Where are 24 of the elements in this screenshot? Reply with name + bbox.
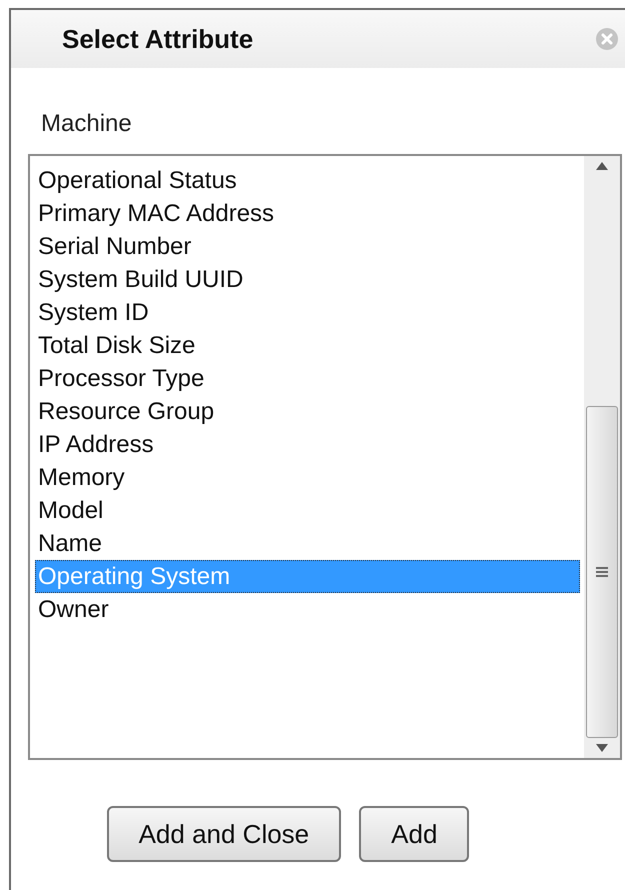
dialog-button[interactable]: Add: [359, 806, 470, 862]
list-item[interactable]: Resource Group: [35, 395, 580, 428]
list-item[interactable]: Memory: [35, 461, 580, 494]
list-item[interactable]: Name: [35, 527, 580, 560]
scroll-thumb[interactable]: [586, 406, 618, 738]
list-item[interactable]: System Build UUID: [35, 263, 580, 296]
scrollbar[interactable]: [584, 156, 620, 758]
list-item[interactable]: Operational Status: [35, 164, 580, 197]
scroll-up-icon[interactable]: [596, 162, 608, 170]
category-label: Machine: [41, 110, 132, 138]
attribute-list[interactable]: Operational Status Primary MAC Address Serial Number System Build UUID System ID Total Disk Size Processor Type Resource Group IP Address Memory Model Name Operating System Owner: [28, 154, 622, 760]
list-item[interactable]: Serial Number: [35, 230, 580, 263]
close-icon[interactable]: [595, 27, 619, 51]
list-item[interactable]: Processor Type: [35, 362, 580, 395]
grip-icon: [596, 567, 608, 577]
list-item[interactable]: Total Disk Size: [35, 329, 580, 362]
dialog-title: Select Attribute: [62, 24, 254, 54]
list-item[interactable]: Primary MAC Address: [35, 197, 580, 230]
list-item[interactable]: Model: [35, 494, 580, 527]
list-item[interactable]: IP Address: [35, 428, 580, 461]
scroll-down-icon[interactable]: [596, 744, 608, 752]
list-item[interactable]: System ID: [35, 296, 580, 329]
list-item[interactable]: Owner: [35, 593, 580, 626]
dialog-button[interactable]: Add and Close: [106, 806, 342, 862]
